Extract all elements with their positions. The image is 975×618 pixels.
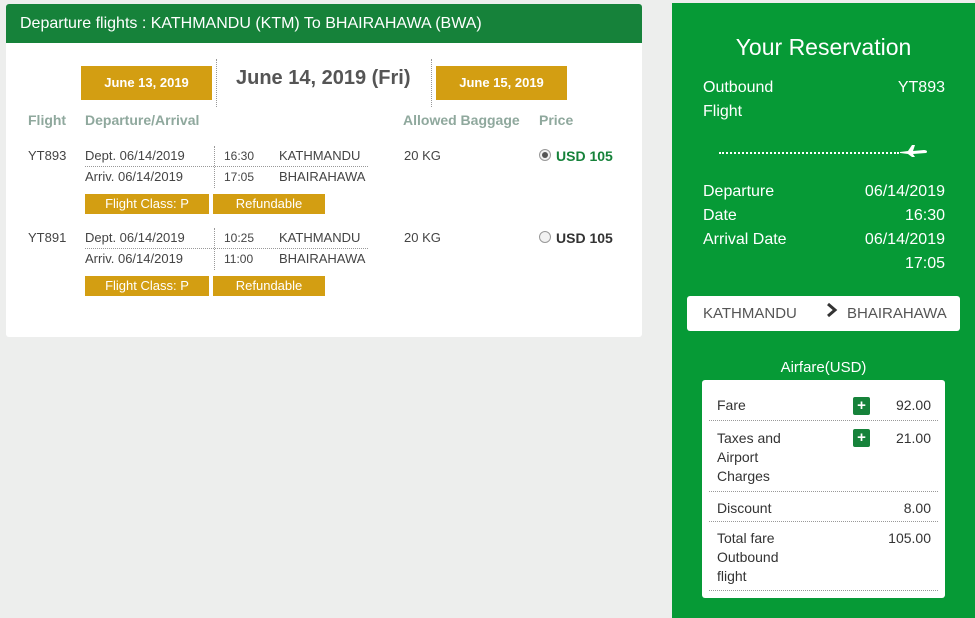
departure-date: Dept. 06/14/2019	[85, 148, 185, 163]
outbound-label: Outbound	[703, 79, 774, 96]
discount-value: 8.00	[903, 500, 931, 516]
column-header-flight: Flight	[28, 112, 67, 128]
departure-time: 16:30	[224, 149, 255, 163]
arrival-date: Arriv. 06/14/2019	[85, 169, 184, 184]
arrival-time: 17:05	[224, 170, 255, 184]
airplane-icon	[900, 144, 928, 162]
discount-row: Discount 8.00	[709, 492, 938, 522]
flight-select-radio[interactable]	[539, 231, 551, 243]
fare-label: Fare	[717, 397, 746, 413]
discount-label: Discount	[717, 500, 772, 516]
departure-date-label: Departure	[703, 183, 775, 200]
column-header-baggage: Allowed Baggage	[403, 112, 520, 128]
airfare-title: Airfare(USD)	[780, 359, 867, 376]
flight-number: YT891	[28, 230, 67, 245]
route-from: KATHMANDU	[703, 305, 797, 322]
route-dotted-line	[719, 152, 899, 154]
departure-time: 10:25	[224, 231, 255, 245]
arrival-time-value: 17:05	[904, 255, 945, 272]
outbound-flight-number: YT893	[897, 79, 945, 96]
taxes-row: Taxes and Airport Charges + 21.00	[709, 421, 938, 492]
reservation-title: Your Reservation	[735, 34, 912, 60]
column-header-price: Price	[539, 112, 574, 128]
flight-number: YT893	[28, 148, 67, 163]
row-divider	[85, 248, 368, 249]
arrival-city: BHAIRAHAWA	[279, 251, 366, 266]
baggage-allowance: 20 KG	[404, 230, 441, 245]
departure-date-label-2: Date	[703, 207, 737, 224]
departure-city: KATHMANDU	[279, 148, 361, 163]
date-divider	[431, 59, 432, 107]
plus-icon[interactable]: +	[853, 429, 870, 447]
flight-class-badge: Flight Class: P	[85, 276, 209, 296]
next-date-button[interactable]: June 15, 2019	[436, 66, 567, 100]
prev-date-button[interactable]: June 13, 2019	[81, 66, 212, 100]
arrival-city: BHAIRAHAWA	[279, 169, 366, 184]
flight-price: USD 105	[556, 230, 613, 246]
arrival-date-label: Arrival Date	[703, 231, 787, 248]
route-summary: KATHMANDU BHAIRAHAWA	[687, 296, 960, 331]
row-divider	[85, 166, 368, 167]
departure-header: Departure flights : KATHMANDU (KTM) To B…	[6, 4, 642, 43]
column-header-departure-arrival: Departure/Arrival	[85, 112, 200, 128]
flight-select-radio[interactable]	[539, 149, 551, 161]
refundable-badge: Refundable	[213, 194, 325, 214]
departure-time-value: 16:30	[904, 207, 945, 224]
outbound-label-2: Flight	[703, 103, 743, 120]
arrival-date: Arriv. 06/14/2019	[85, 251, 184, 266]
departure-city: KATHMANDU	[279, 230, 361, 245]
column-divider	[214, 146, 215, 188]
current-date: June 14, 2019 (Fri)	[236, 67, 411, 89]
plus-icon[interactable]: +	[853, 397, 870, 415]
total-row: Total fare Outbound flight 105.00	[709, 522, 938, 591]
departure-date: Dept. 06/14/2019	[85, 230, 185, 245]
refundable-badge: Refundable	[213, 276, 325, 296]
flight-class-badge: Flight Class: P	[85, 194, 209, 214]
flight-list-card: Departure flights : KATHMANDU (KTM) To B…	[6, 4, 642, 337]
fare-row: Fare + 92.00	[709, 380, 938, 421]
reservation-panel: Your Reservation Outbound Flight YT893 D…	[672, 3, 975, 618]
departure-date-value: 06/14/2019	[864, 183, 945, 200]
flight-price: USD 105	[556, 148, 613, 164]
total-value: 105.00	[888, 530, 931, 546]
arrival-date-value: 06/14/2019	[864, 231, 945, 248]
total-label: Total fare Outbound flight	[717, 530, 779, 584]
chevron-right-icon	[826, 302, 838, 323]
column-divider	[214, 228, 215, 270]
taxes-label: Taxes and Airport Charges	[717, 430, 781, 484]
date-divider	[216, 59, 217, 107]
arrival-time: 11:00	[224, 252, 254, 266]
fare-breakdown: Fare + 92.00 Taxes and Airport Charges +…	[702, 380, 945, 598]
route-to: BHAIRAHAWA	[847, 305, 947, 322]
fare-value: 92.00	[895, 397, 931, 413]
taxes-value: 21.00	[895, 430, 931, 446]
baggage-allowance: 20 KG	[404, 148, 441, 163]
